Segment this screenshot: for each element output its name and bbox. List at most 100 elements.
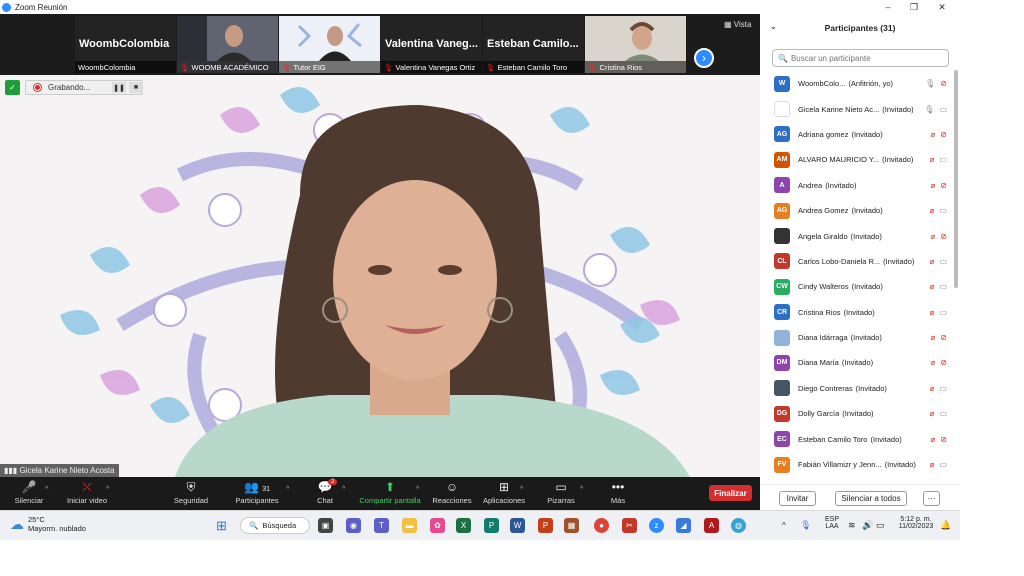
notification-icon[interactable]: 🔔 bbox=[940, 520, 951, 531]
chat-options-caret[interactable]: ^ bbox=[342, 486, 345, 493]
chevron-down-icon[interactable]: ⌄ bbox=[770, 22, 777, 31]
participant-row[interactable]: Diego Contreras (Invitado) ⌀ ▭ bbox=[760, 376, 953, 401]
acrobat-icon[interactable]: A bbox=[704, 518, 719, 533]
teams-icon[interactable]: T bbox=[374, 518, 389, 533]
camera-icon[interactable]: ▭ bbox=[939, 282, 947, 291]
camera-icon[interactable]: ▭ bbox=[939, 384, 947, 393]
stop-recording-button[interactable]: ■ bbox=[129, 82, 143, 93]
participant-row[interactable]: EC Esteban Camilo Toro (Invitado) ⌀ ⊘ bbox=[760, 426, 953, 451]
powerpoint-icon[interactable]: P bbox=[538, 518, 553, 533]
video-tile[interactable]: 🎙 WOOMB ACADÉMICO bbox=[177, 16, 278, 73]
mic-muted-icon[interactable]: ⌀ bbox=[930, 232, 935, 241]
security-button[interactable]: ⛨ Seguridad bbox=[168, 479, 214, 509]
video-tile[interactable]: WoombColombia WoombColombia bbox=[75, 16, 176, 73]
mic-muted-icon[interactable]: ⌀ bbox=[930, 333, 935, 342]
participant-row[interactable]: Diana Idárraga (Invitado) ⌀ ⊘ bbox=[760, 325, 953, 350]
mic-muted-icon[interactable]: ⌀ bbox=[930, 282, 935, 291]
next-page-button[interactable]: › bbox=[694, 48, 714, 68]
mute-options-caret[interactable]: ^ bbox=[45, 486, 48, 493]
wifi-icon[interactable]: ≋ bbox=[848, 520, 856, 531]
chevron-up-icon[interactable]: ^ bbox=[782, 521, 786, 530]
video-tile[interactable]: Valentina Vaneg... 🎙 Valentina Vanegas Or… bbox=[381, 16, 482, 73]
more-button[interactable]: ••• Más bbox=[602, 479, 634, 509]
maps-icon[interactable]: ◢ bbox=[676, 518, 691, 533]
excel-icon[interactable]: X bbox=[456, 518, 471, 533]
camera-icon[interactable]: ▭ bbox=[939, 257, 947, 266]
apps-options-caret[interactable]: ^ bbox=[520, 486, 523, 493]
video-tile[interactable]: 🎙 Cristina Rios bbox=[585, 16, 686, 73]
mic-muted-icon[interactable]: ⌀ bbox=[930, 181, 935, 190]
video-options-caret[interactable]: ^ bbox=[106, 486, 109, 493]
video-tile[interactable]: Esteban Camilo... 🎙 Esteban Camilo Toro bbox=[483, 16, 584, 73]
participant-row[interactable]: W WoombColo... (Anfitrión, yo) 🎙 ⊘ bbox=[760, 71, 953, 96]
mic-muted-icon[interactable]: ⌀ bbox=[930, 257, 935, 266]
camera-icon[interactable]: ▭ bbox=[939, 409, 947, 418]
weather-widget[interactable]: ☁ 25°C Mayorm. nublado bbox=[10, 515, 86, 533]
mic-muted-icon[interactable]: ⌀ bbox=[930, 308, 935, 317]
camera-off-icon[interactable]: ⊘ bbox=[940, 181, 947, 190]
mic-muted-icon[interactable]: ⌀ bbox=[930, 155, 935, 164]
camera-off-icon[interactable]: ⊘ bbox=[940, 232, 947, 241]
participant-row[interactable]: AG Andrea Gomez (Invitado) ⌀ ▭ bbox=[760, 198, 953, 223]
participant-row[interactable]: CL Carlos Lobo-Daniela R... (Invitado) ⌀ ▭ bbox=[760, 249, 953, 274]
camera-icon[interactable]: ▭ bbox=[939, 460, 947, 469]
mic-muted-icon[interactable]: ⌀ bbox=[930, 460, 935, 469]
file-explorer-icon[interactable]: ▬ bbox=[402, 518, 417, 533]
share-screen-button[interactable]: ⬆ Compartir pantalla bbox=[356, 479, 424, 509]
participant-row[interactable]: FV Fabián Villamizr y Jenn... (Invitado) ⌀ ▭ bbox=[760, 452, 953, 477]
mic-icon[interactable]: 🎙 bbox=[924, 105, 934, 114]
mute-button[interactable]: 🎤 Silenciar bbox=[10, 479, 48, 509]
apps-button[interactable]: ⊞ Aplicaciones bbox=[480, 479, 528, 509]
camera-icon[interactable]: ▭ bbox=[939, 155, 947, 164]
chrome-icon[interactable]: ● bbox=[594, 518, 609, 533]
camera-off-icon[interactable]: ⊘ bbox=[940, 435, 947, 444]
video-tile[interactable]: 🎙 Tutor EIG bbox=[279, 16, 380, 73]
view-button[interactable]: ▦ Vista bbox=[724, 20, 751, 29]
microphone-tray-icon[interactable]: 🎙 bbox=[800, 520, 811, 531]
participant-row[interactable]: DM Diana María (Invitado) ⌀ ⊘ bbox=[760, 350, 953, 375]
mic-muted-icon[interactable]: ⌀ bbox=[930, 384, 935, 393]
taskbar-search[interactable]: 🔍 Búsqueda bbox=[240, 517, 310, 534]
participant-row[interactable]: AM ALVARO MAURICIO Y... (Invitado) ⌀ ▭ bbox=[760, 147, 953, 172]
participant-row[interactable]: CW Cindy Walteros (Invitado) ⌀ ▭ bbox=[760, 274, 953, 299]
mic-muted-icon[interactable]: ⌀ bbox=[930, 435, 935, 444]
windows-start-icon[interactable]: ⊞ bbox=[214, 518, 229, 533]
mic-muted-icon[interactable]: ⌀ bbox=[930, 206, 935, 215]
mute-all-button[interactable]: Silenciar a todos bbox=[835, 491, 907, 506]
zoom-app-icon[interactable]: z bbox=[649, 518, 664, 533]
word-icon[interactable]: W bbox=[510, 518, 525, 533]
camera-icon[interactable]: ▭ bbox=[939, 308, 947, 317]
battery-icon[interactable]: ▭ bbox=[876, 520, 885, 531]
camera-off-icon[interactable]: ⊘ bbox=[940, 358, 947, 367]
mic-muted-icon[interactable]: ⌀ bbox=[930, 409, 935, 418]
chat-button[interactable]: 💬 2 Chat bbox=[306, 479, 344, 509]
participant-row[interactable]: AG Adriana gomez (Invitado) ⌀ ⊘ bbox=[760, 122, 953, 147]
reactions-button[interactable]: ☺ Reacciones bbox=[430, 479, 474, 509]
panel-more-button[interactable]: ··· bbox=[923, 491, 940, 506]
mic-muted-icon[interactable]: ⌀ bbox=[930, 130, 935, 139]
participant-row[interactable]: CR Cristina Rios (Invitado) ⌀ ▭ bbox=[760, 300, 953, 325]
participants-options-caret[interactable]: ^ bbox=[286, 486, 289, 493]
whiteboards-button[interactable]: ▭ Pizarras bbox=[542, 479, 580, 509]
teams-chat-icon[interactable]: ◉ bbox=[346, 518, 361, 533]
invite-button[interactable]: Invitar bbox=[779, 491, 816, 506]
camera-off-icon[interactable]: ⊘ bbox=[940, 333, 947, 342]
security-shield-icon[interactable]: ✓ bbox=[5, 80, 20, 95]
participant-row[interactable]: Gicela Karine Nieto Ac... (Invitado) 🎙 ▭ bbox=[760, 96, 953, 121]
restore-button[interactable]: ❐ bbox=[902, 0, 926, 14]
participants-button[interactable]: 👥 31 Participantes bbox=[230, 479, 284, 509]
camera-off-icon[interactable]: ⊘ bbox=[940, 130, 947, 139]
pause-recording-button[interactable]: ❚❚ bbox=[112, 82, 126, 93]
minimize-button[interactable]: – bbox=[876, 0, 900, 14]
end-meeting-button[interactable]: Finalizar bbox=[709, 485, 752, 501]
participant-row[interactable]: A Andrea (Invitado) ⌀ ⊘ bbox=[760, 173, 953, 198]
participant-row[interactable]: Angela Giraldo (Invitado) ⌀ ⊘ bbox=[760, 223, 953, 248]
search-input[interactable] bbox=[790, 53, 941, 63]
language-indicator[interactable]: ESP LAA bbox=[822, 516, 842, 530]
task-view-icon[interactable]: ▣ bbox=[318, 518, 333, 533]
clock[interactable]: 5:12 p. m. 11/02/2023 bbox=[896, 516, 936, 530]
whiteboards-options-caret[interactable]: ^ bbox=[580, 486, 583, 493]
publisher-icon[interactable]: P bbox=[484, 518, 499, 533]
start-video-button[interactable]: ⛌ Iniciar video bbox=[62, 479, 112, 509]
participant-row[interactable]: DG Dolly García (Invitado) ⌀ ▭ bbox=[760, 401, 953, 426]
